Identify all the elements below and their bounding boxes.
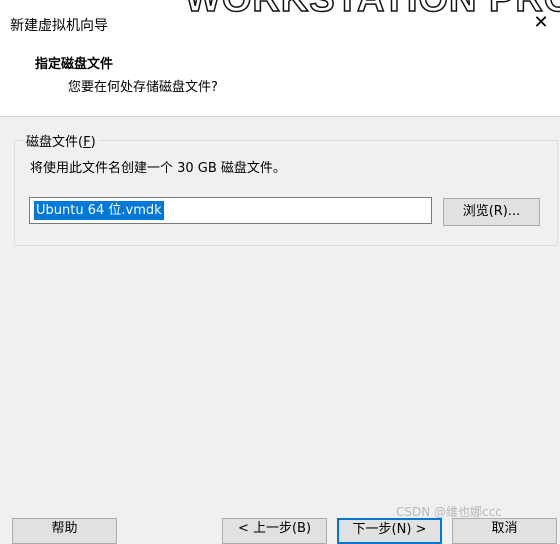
cancel-button[interactable]: 取消 [452, 518, 557, 544]
access-key: F [83, 135, 91, 150]
disk-file-info: 将使用此文件名创建一个 30 GB 磁盘文件。 [30, 161, 286, 176]
disk-file-group [14, 140, 558, 246]
help-button[interactable]: 帮助 [12, 518, 117, 544]
wizard-header: 指定磁盘文件 您要在何处存储磁盘文件? [0, 48, 560, 117]
window-title: 新建虚拟机向导 [10, 18, 108, 34]
back-button[interactable]: < 上一步(B) [222, 518, 327, 544]
next-button[interactable]: 下一步(N) > [337, 518, 442, 544]
page-subtitle: 您要在何处存储磁盘文件? [68, 80, 218, 95]
background-product-text: WORKSTATION PRO [184, 0, 560, 21]
title-bar: WORKSTATION PRO 新建虚拟机向导 ✕ [0, 0, 560, 48]
disk-file-input[interactable]: Ubuntu 64 位.vmdk [29, 197, 432, 224]
browse-button[interactable]: 浏览(R)... [443, 198, 540, 226]
watermark: CSDN @维也娜ccc [396, 505, 502, 519]
page-title: 指定磁盘文件 [35, 57, 114, 72]
close-icon[interactable]: ✕ [530, 12, 552, 34]
disk-file-value: Ubuntu 64 位.vmdk [34, 201, 164, 220]
disk-file-group-label: 磁盘文件(F) [24, 131, 98, 150]
